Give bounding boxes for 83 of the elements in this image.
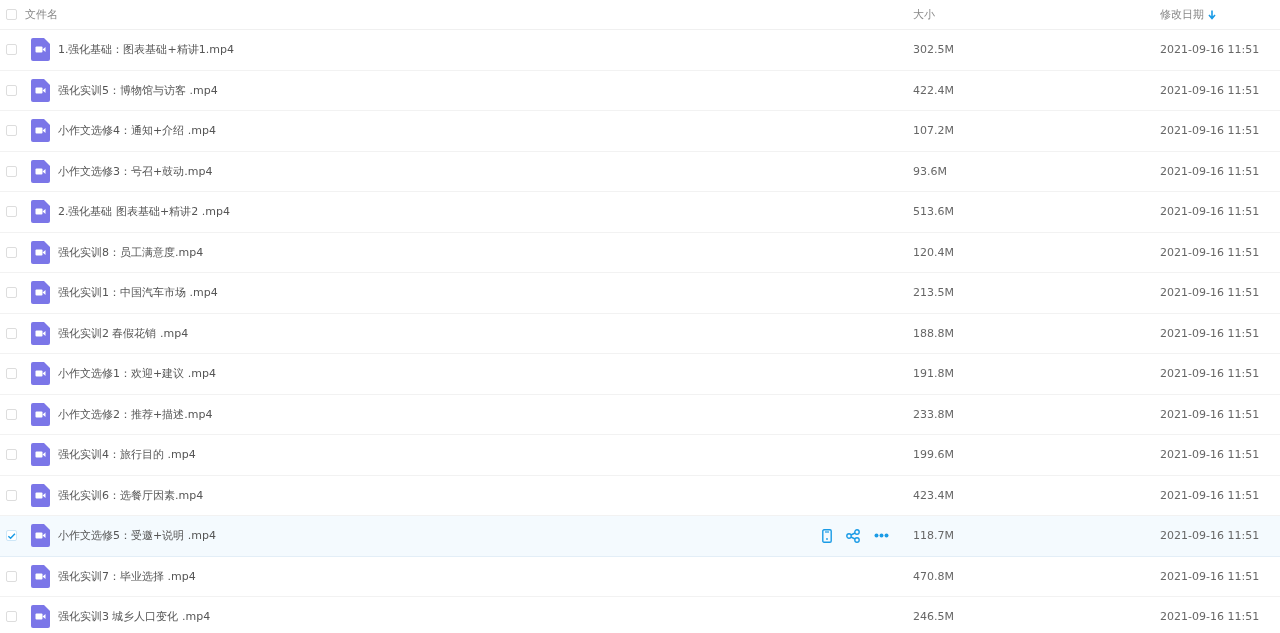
modified-date: 2021-09-16 11:51: [1160, 164, 1261, 178]
file-size: 191.8M: [913, 367, 955, 381]
modified-date: 2021-09-16 11:51: [1160, 529, 1261, 543]
file-size: 120.4M: [913, 245, 955, 259]
modified-date: 2021-09-16 11:51: [1160, 569, 1261, 583]
video-file-icon: [31, 483, 50, 507]
file-name[interactable]: 强化实训5：博物馆与访客 .mp4: [58, 82, 218, 98]
checkbox[interactable]: [6, 327, 17, 339]
file-name[interactable]: 强化实训1：中国汽车市场 .mp4: [58, 285, 218, 301]
sort-arrow-icon[interactable]: [1208, 9, 1216, 20]
file-size: 233.8M: [913, 407, 955, 421]
file-name[interactable]: 小作文选修1：欢迎+建议 .mp4: [58, 366, 216, 382]
phone-icon[interactable]: [822, 528, 832, 543]
modified-date: 2021-09-16 11:51: [1160, 448, 1261, 462]
more-icon[interactable]: [874, 533, 889, 539]
file-size: 513.6M: [913, 205, 955, 219]
video-file-icon: [31, 159, 50, 183]
checkbox[interactable]: [6, 246, 17, 258]
file-size: 188.8M: [913, 326, 955, 340]
modified-date: 2021-09-16 11:51: [1160, 43, 1261, 57]
checkbox[interactable]: [6, 9, 17, 20]
file-size: 199.6M: [913, 448, 955, 462]
video-file-icon: [31, 443, 50, 467]
modified-date: 2021-09-16 11:51: [1160, 205, 1261, 219]
checkbox[interactable]: [6, 84, 17, 96]
file-size: 302.5M: [913, 43, 955, 57]
file-size: 423.4M: [913, 488, 955, 502]
file-size: 213.5M: [913, 286, 955, 300]
video-file-icon: [31, 240, 50, 264]
modified-date: 2021-09-16 11:51: [1160, 367, 1261, 381]
column-header[interactable]: 修改日期: [1160, 7, 1204, 22]
video-file-icon: [31, 119, 50, 143]
file-size: 246.5M: [913, 610, 955, 624]
file-name[interactable]: 2.强化基础 图表基础+精讲2 .mp4: [58, 204, 230, 220]
file-name[interactable]: 强化实训8：员工满意度.mp4: [58, 244, 204, 260]
column-header[interactable]: 大小: [913, 7, 935, 22]
file-size: 93.6M: [913, 164, 948, 178]
modified-date: 2021-09-16 11:51: [1160, 326, 1261, 340]
modified-date: 2021-09-16 11:51: [1160, 245, 1261, 259]
modified-date: 2021-09-16 11:51: [1160, 488, 1261, 502]
video-file-icon: [31, 605, 50, 629]
modified-date: 2021-09-16 11:51: [1160, 407, 1261, 421]
file-size: 107.2M: [913, 124, 955, 138]
share-icon[interactable]: [846, 528, 860, 543]
file-name[interactable]: 强化实训4：旅行目的 .mp4: [58, 447, 196, 463]
modified-date: 2021-09-16 11:51: [1160, 286, 1261, 300]
checkbox[interactable]: [6, 287, 17, 299]
checkbox[interactable]: [6, 530, 17, 542]
file-name[interactable]: 强化实训6：选餐厅因素.mp4: [58, 487, 204, 503]
file-name[interactable]: 强化实训3 城乡人口变化 .mp4: [58, 609, 211, 625]
video-file-icon: [31, 564, 50, 588]
modified-date: 2021-09-16 11:51: [1160, 610, 1261, 624]
file-name[interactable]: 强化实训7：毕业选择 .mp4: [58, 568, 196, 584]
checkbox[interactable]: [6, 206, 17, 218]
checkbox[interactable]: [6, 489, 17, 501]
video-file-icon: [31, 402, 50, 426]
file-name[interactable]: 小作文选修3：号召+鼓动.mp4: [58, 163, 213, 179]
column-header[interactable]: 文件名: [25, 8, 58, 21]
video-file-icon: [31, 38, 50, 62]
file-size: 422.4M: [913, 83, 955, 97]
checkbox[interactable]: [6, 368, 17, 380]
modified-date: 2021-09-16 11:51: [1160, 124, 1261, 138]
modified-date: 2021-09-16 11:51: [1160, 83, 1261, 97]
checkbox[interactable]: [6, 125, 17, 137]
file-name[interactable]: 强化实训2 春假花销 .mp4: [58, 325, 189, 341]
video-file-icon: [31, 200, 50, 224]
checkbox[interactable]: [6, 570, 17, 582]
checkbox[interactable]: [6, 44, 17, 56]
checkbox[interactable]: [6, 165, 17, 177]
file-name[interactable]: 小作文选修2：推荐+描述.mp4: [58, 406, 213, 422]
checkbox[interactable]: [6, 611, 17, 623]
file-name[interactable]: 小作文选修5：受邀+说明 .mp4: [58, 528, 216, 544]
video-file-icon: [31, 362, 50, 386]
file-name[interactable]: 1.强化基础：图表基础+精讲1.mp4: [58, 42, 234, 58]
checkbox[interactable]: [6, 408, 17, 420]
video-file-icon: [31, 281, 50, 305]
checkbox[interactable]: [6, 449, 17, 461]
video-file-icon: [31, 78, 50, 102]
video-file-icon: [31, 524, 50, 548]
video-file-icon: [31, 321, 50, 345]
file-size: 470.8M: [913, 569, 955, 583]
file-size: 118.7M: [913, 529, 955, 543]
file-name[interactable]: 小作文选修4：通知+介绍 .mp4: [58, 123, 216, 139]
